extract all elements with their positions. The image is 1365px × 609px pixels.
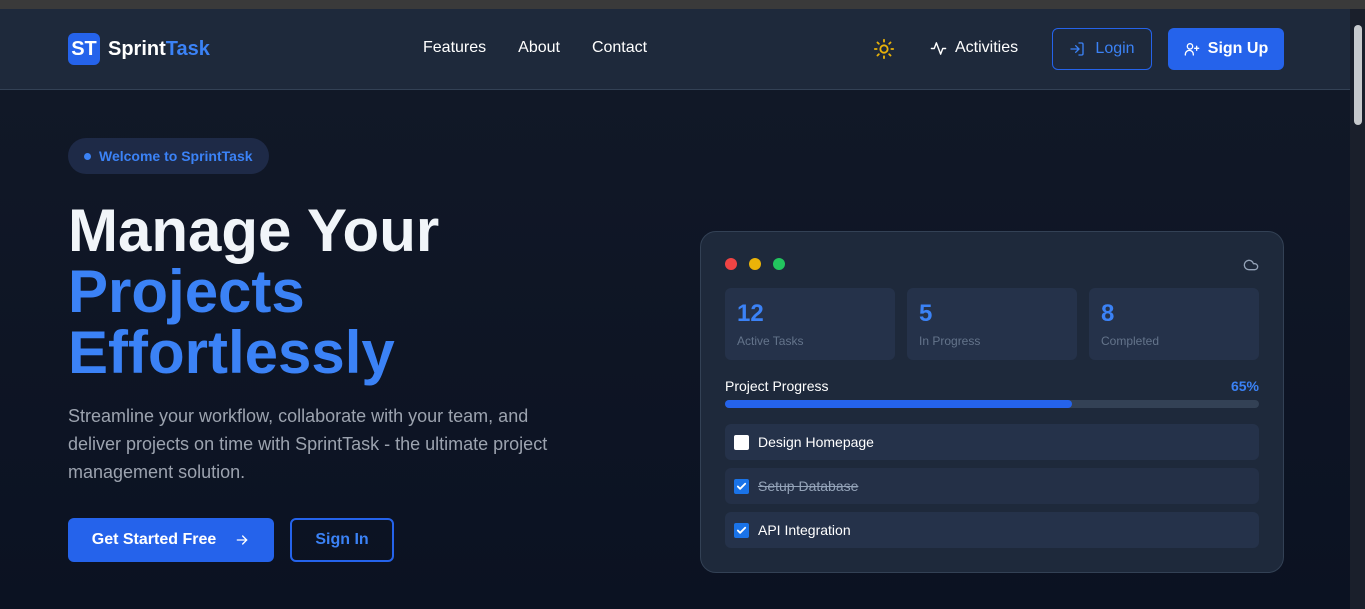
task-item[interactable]: Setup Database: [725, 468, 1259, 504]
task-item[interactable]: API Integration: [725, 512, 1259, 548]
stat-value: 5: [919, 300, 933, 327]
window-controls: [725, 258, 785, 270]
sun-icon[interactable]: [873, 38, 895, 60]
progress-label: Project Progress: [725, 378, 829, 394]
stat-label: In Progress: [919, 334, 981, 348]
headline-line-1: Manage Your: [68, 197, 440, 264]
check-icon: [736, 526, 747, 534]
window-dot-green-icon: [773, 258, 785, 270]
task-label: Setup Database: [758, 478, 859, 494]
welcome-badge: Welcome to SprintTask: [68, 138, 269, 174]
logo-badge: ST: [68, 33, 100, 65]
signup-button[interactable]: Sign Up: [1168, 28, 1284, 70]
window-dot-yellow-icon: [749, 258, 761, 270]
progress-bar: [725, 400, 1259, 408]
brand-name: SprintTask: [108, 38, 210, 61]
login-button[interactable]: Login: [1052, 28, 1152, 70]
cloud-icon: [1243, 259, 1259, 271]
stat-completed: 8 Completed: [1089, 288, 1259, 360]
activities-label: Activities: [955, 39, 1019, 56]
nav-link-about[interactable]: About: [518, 39, 560, 57]
scrollbar-thumb[interactable]: [1354, 25, 1362, 125]
task-checkbox[interactable]: [734, 478, 749, 494]
check-icon: [736, 482, 747, 490]
stat-label: Completed: [1101, 334, 1160, 348]
arrow-right-icon: [236, 535, 248, 545]
badge-dot-icon: [84, 152, 91, 160]
nav-link-contact[interactable]: Contact: [592, 39, 647, 57]
stat-active-tasks: 12 Active Tasks: [725, 288, 895, 360]
brand-logo[interactable]: ST SprintTask: [68, 33, 210, 65]
hero-subtext: Streamline your workflow, collaborate wi…: [68, 406, 548, 482]
headline-line-3: Effortlessly: [68, 319, 395, 386]
stat-value: 8: [1101, 300, 1115, 327]
login-label: Login: [1095, 40, 1135, 57]
get-started-button[interactable]: Get Started Free: [68, 518, 274, 562]
task-checkbox[interactable]: [734, 434, 749, 450]
user-plus-icon: [1184, 43, 1200, 56]
task-label: Design Homepage: [758, 434, 874, 450]
dashboard-preview-card: 12 Active Tasks 5 In Progress 8 Complete…: [700, 231, 1284, 573]
stat-label: Active Tasks: [737, 334, 804, 348]
progress-bar-fill: [725, 400, 1073, 408]
brand-name-part2: Task: [165, 37, 210, 60]
activity-icon: [930, 41, 947, 55]
main-nav: Features About Contact: [423, 39, 647, 57]
stat-value: 12: [737, 300, 764, 327]
activities-link[interactable]: Activities: [930, 39, 1018, 57]
task-item[interactable]: Design Homepage: [725, 424, 1259, 460]
brand-name-part1: Sprint: [108, 37, 166, 60]
window-dot-red-icon: [725, 258, 737, 270]
welcome-badge-label: Welcome to SprintTask: [99, 148, 253, 164]
sign-in-label: Sign In: [315, 531, 369, 548]
signup-label: Sign Up: [1207, 40, 1269, 57]
page-scrollbar[interactable]: [1350, 9, 1365, 609]
browser-top-strip: [0, 0, 1365, 9]
task-label: API Integration: [758, 522, 851, 538]
log-in-icon: [1070, 42, 1085, 56]
task-checkbox[interactable]: [734, 522, 749, 538]
site-header: ST SprintTask Features About Contact Act…: [0, 9, 1350, 90]
nav-link-features[interactable]: Features: [423, 39, 486, 57]
progress-percent: 65%: [1230, 378, 1259, 394]
sign-in-button[interactable]: Sign In: [290, 518, 394, 562]
get-started-label: Get Started Free: [91, 531, 217, 548]
stat-in-progress: 5 In Progress: [907, 288, 1077, 360]
headline-line-2: Projects: [68, 258, 305, 325]
hero-headline: Manage Your Projects Effortlessly: [68, 200, 439, 383]
